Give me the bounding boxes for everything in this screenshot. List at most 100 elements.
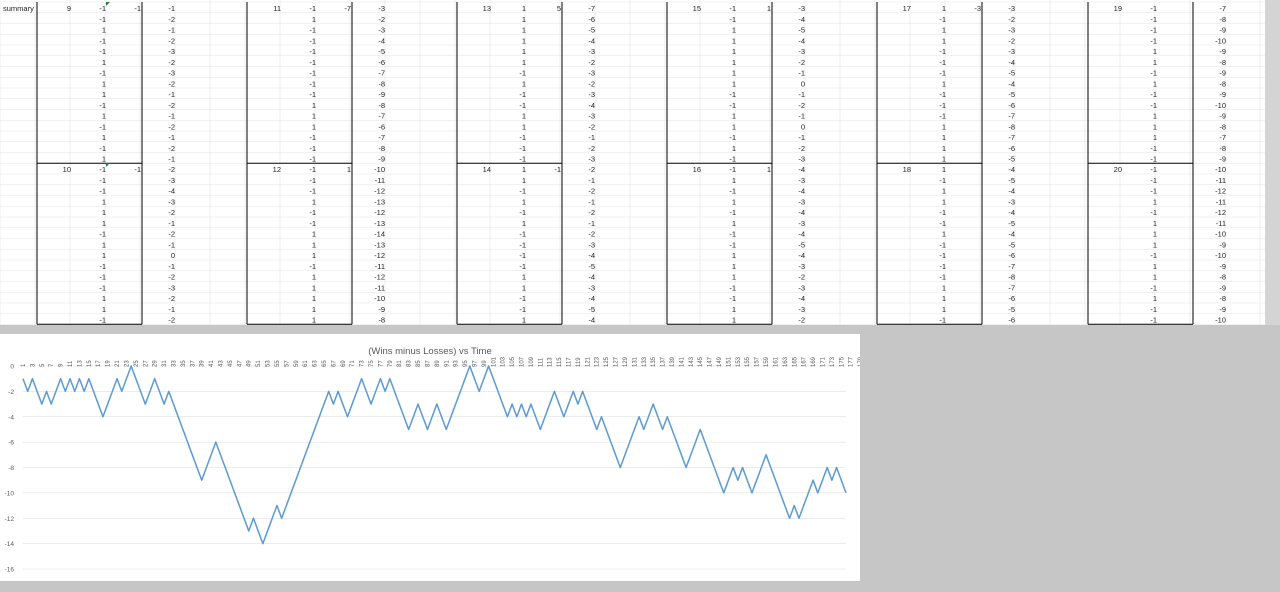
running-total-cell: -12 [374,208,385,217]
running-total-cell: -2 [588,58,595,67]
x-tick-label: 97 [472,360,478,367]
outcome-cell: -1 [99,273,106,282]
block-15[interactable]: 15 1-1 -3-1 -41 -51 -41 -31 -21 -11 0-1 -1-1 -21 -11… [666,2,805,164]
running-total-cell: -1 [168,155,175,164]
block-9[interactable]: 9 -1-1 -1-1 -21 -1-1 -2-1 -31 -2-1 -31 -21 -1-1 -21… [36,2,175,164]
running-total-cell: -7 [588,4,595,13]
x-tick-label: 1 [21,363,27,367]
block-18[interactable]: 18 1 -4 -1 -5 1 -4 1 -3 -1 -4 -1 -5 1 -4 -1 -5 -1 -6 -1 -7 -1… [876,163,1015,325]
outcome-cell: -1 [309,165,316,174]
block-13[interactable]: 13 5 1 -7 1 -6 1 -5 1 -4 1 -3 1 -2 -1 -3 1 -2 -1 -3 -1 -4 1 -3 1… [456,2,595,164]
x-tick-label: 169 [811,356,817,367]
outcome-cell: -1 [939,316,946,325]
outcome-cell: 1 [312,112,316,121]
block-id-cell: 16 [693,165,701,174]
outcome-cell: -1 [99,262,106,271]
running-total-cell: -1 [168,4,175,13]
x-tick-label: 159 [764,356,770,367]
outcome-cell: 1 [102,90,106,99]
running-total-cell: -4 [1008,58,1015,67]
outcome-cell: 1 [102,26,106,35]
running-total-cell: -1 [168,90,175,99]
block-19[interactable]: 19 -1 -7-1 -8-1 -9-1 -101 -91 -8-1 -91 -8-1 -9-1 -1… [1087,2,1226,164]
running-total-cell: -4 [1008,208,1015,217]
outcome-cell: 1 [522,165,526,174]
outcome-cell: 1 [312,101,316,110]
outcome-cell: -1 [519,155,526,164]
outcome-cell: 1 [732,26,736,35]
outcome-cell: -1 [1150,316,1157,325]
outcome-cell: 1 [102,58,106,67]
running-total-cell: -8 [378,79,385,88]
block-20[interactable]: 20 -1 -10-1 -11-1 -121 -11-1 -121 -111 -101 -9-1-… [1087,163,1226,325]
spreadsheet-grid[interactable]: summary 9 -1 -1 -1 -1 -2 1 -1 -1 -2 -1 -3 1 -2 -1 -3 1 -2 1… [0,0,1265,325]
block-16[interactable]: 16 1-1 -41 -3-1 -41 -3-1 -41 -3-1 -4-1 -51 -41 -31-… [666,163,805,325]
running-total-cell: -4 [1008,187,1015,196]
outcome-cell: -1 [729,90,736,99]
x-tick-label: 23 [124,360,130,367]
running-total-cell: -6 [1008,294,1015,303]
outcome-cell: -1 [939,101,946,110]
x-tick-label: 125 [604,356,610,367]
x-tick-label: 107 [520,356,526,367]
block-id-cell: 20 [1114,165,1122,174]
x-tick-label: 121 [585,356,591,367]
outcome-cell: -1 [939,47,946,56]
running-total-cell: -9 [1219,155,1226,164]
block-id-cell: 12 [273,165,281,174]
running-total-cell: -4 [798,294,805,303]
running-total-cell: -2 [168,58,175,67]
running-total-cell: -5 [588,262,595,271]
outcome-cell: -1 [309,69,316,78]
outcome-cell: 1 [522,122,526,131]
outcome-cell: -1 [1150,36,1157,45]
outcome-cell: 1 [522,4,526,13]
x-tick-label: 179 [858,356,860,367]
y-axis-labels: 0 -2 -4 -6 -8 -10 -12 -14 -16 [5,364,15,574]
outcome-cell: 1 [942,26,946,35]
running-total-cell: -4 [1008,165,1015,174]
outcome-cell: 1 [312,305,316,314]
outcome-cell: 1 [732,69,736,78]
outcome-cell: -1 [1150,251,1157,260]
outcome-cell: 1 [102,240,106,249]
x-tick-label: 155 [745,356,751,367]
outcome-cell: 1 [102,305,106,314]
cell-grid[interactable]: summary 9 -1-1 -1-1 -21 -1-1 -2-1 -31 -2-1 -31 -21… [0,0,1265,325]
block-10[interactable]: 10 -1-1 -2-1 -3-1 -41 -31 -21 -1-1 -21 -11 0-1 -1-1… [36,163,175,325]
running-total-cell: -7 [378,133,385,142]
series-line [22,365,847,545]
outcome-cell: 1 [102,219,106,228]
running-total-cell: -7 [378,112,385,121]
outcome-cell: 1 [312,316,316,325]
chart-canvas: 0-2-4-6-8-10-12-14-161 3 5 7 9 11 13 15 17 19 21 23… [5,356,860,574]
outcome-cell: 1 [942,165,946,174]
outcome-cell: 1 [942,283,946,292]
running-total-cell: -3 [798,197,805,206]
block-11[interactable]: 11 -7-1 -31 -2-1 -3-1 -4-1 -5-1 -6-1 -7-1 -8-1 -91… [246,2,385,164]
running-total-cell: -2 [168,294,175,303]
outcome-cell: 1 [312,294,316,303]
running-total-cell: -9 [1219,305,1226,314]
block-14[interactable]: 14 -11 -21 -1-1 -21 -1-1 -21 -1-1 -2-1 -3-1 -4-1 -5… [456,163,595,325]
outcome-cell: 1 [1153,79,1157,88]
running-total-cell: -4 [168,187,175,196]
line-chart[interactable]: 0 -2 -4 -6 -8 -10 -12 -14 -16 1 3 5 7 9 11 13 15 17 19 21 23… [0,334,860,581]
outcome-cell: 1 [942,144,946,153]
block-17[interactable]: 17 -3 1 -3 -1 -2 1 -3 1 -2 -1 -3 -1 -4 -1 -5 1 -4 -1 -5 -1 -6… [876,2,1015,164]
running-total-cell: -4 [1008,230,1015,239]
running-total-cell: -9 [1219,283,1226,292]
block-12[interactable]: 12 1-1 -10-1 -11-1 -121 -13-1 -12-1 -131 -141 -13… [246,163,385,325]
running-total-cell: -9 [378,90,385,99]
running-total-cell: -9 [1219,112,1226,121]
running-total-cell: -8 [1008,122,1015,131]
outcome-cell: 1 [312,240,316,249]
running-total-cell: -2 [1008,36,1015,45]
running-total-cell: -2 [168,36,175,45]
x-tick-label: 55 [275,360,281,367]
running-total-cell: -8 [378,101,385,110]
outcome-cell: 1 [312,122,316,131]
block-total-cell: -1 [554,165,561,174]
outcome-cell: 1 [522,58,526,67]
running-total-cell: -14 [374,230,385,239]
